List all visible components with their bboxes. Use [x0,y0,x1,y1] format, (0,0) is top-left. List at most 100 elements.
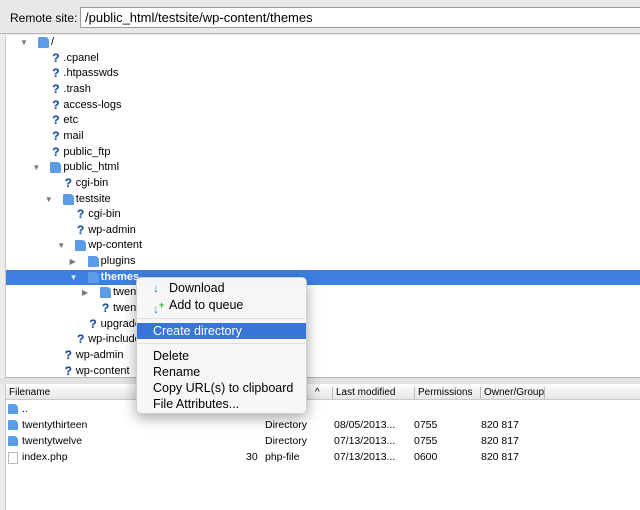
unknown-item-icon: ? [101,301,110,316]
folder-icon [38,37,49,48]
collapse-arrow-icon[interactable]: ▼ [57,238,67,253]
unknown-item-icon: ? [52,144,60,159]
tree-item[interactable]: ? etc [6,113,640,128]
tree-item[interactable]: ? wp-include [6,332,640,347]
unknown-item-icon: ? [52,66,60,81]
expand-arrow-icon[interactable]: ▶ [82,285,92,300]
collapse-arrow-icon[interactable]: ▼ [45,192,55,207]
folder-icon [87,271,99,283]
tree-item[interactable]: ? .cpanel [6,51,640,66]
add-to-queue-icon: ↓+ [153,300,165,316]
tree-item-label: upgrade [100,317,141,330]
menu-item-file-attributes[interactable]: File Attributes... [137,396,306,412]
menu-item-copy-url[interactable]: Copy URL(s) to clipboard [137,380,306,396]
menu-item-delete[interactable]: Delete [137,348,306,364]
folder-icon [62,193,74,205]
folder-icon [8,404,18,414]
menu-item-add-to-queue[interactable]: ↓+ Add to queue [137,297,306,316]
file-type: Directory [265,435,308,447]
remote-directory-tree[interactable]: ▼ /? .cpanel? .htpasswds? .trash? access-logs… [5,35,640,378]
unknown-item-icon: ? [77,207,85,222]
file-owner: 820 817 [481,451,519,463]
tree-item[interactable]: ? wp-admin [6,223,640,238]
column-filename[interactable]: Filename [6,387,50,399]
tree-item-label: cgi-bin [75,176,109,189]
file-type: Directory [265,419,308,431]
tree-item[interactable]: ▶ plugins [6,254,640,269]
tree-item[interactable]: ? .htpasswds [6,66,640,81]
tree-item[interactable]: ▼ wp-content [6,238,640,253]
folder-icon [100,287,111,299]
tree-item[interactable]: ? public_ftp [6,145,640,160]
tree-item[interactable]: ▼ public_html [6,160,640,175]
tree-item-label: themes [100,270,140,283]
unknown-item-icon: ? [52,81,60,96]
tree-item[interactable]: ▼ testsite [6,192,640,207]
tree-item-label: .trash [63,82,91,95]
tree-item[interactable]: ? cgi-bin [6,176,640,191]
tree-item[interactable]: ▼ / [6,35,640,50]
file-owner: 820 817 [481,435,519,447]
menu-item-create-directory[interactable]: Create directory [137,323,306,339]
unknown-item-icon: ? [52,97,60,112]
tree-item-label: mail [63,129,84,142]
unknown-item-icon: ? [52,50,60,65]
tree-item[interactable]: ▼ themes [6,269,640,285]
tree-item[interactable]: ? mail [6,129,640,144]
column-last-modified[interactable]: Last modified [332,387,395,399]
tree-item[interactable]: ? wp-admin [6,348,640,363]
column-owner-group[interactable]: Owner/Group [480,387,544,399]
column-permissions[interactable]: Permissions [414,387,472,399]
menu-item-rename[interactable]: Rename [137,364,306,380]
file-name: .. [22,403,28,415]
tree-item-label: .htpasswds [63,67,119,80]
menu-separator [138,343,305,344]
tree-item-label: public_ftp [63,145,111,158]
unknown-item-icon: ? [64,363,72,378]
menu-item-download[interactable]: ↓ Download [137,280,306,296]
tree-item[interactable]: ? cgi-bin [6,207,640,222]
column-divider [544,387,548,399]
context-menu: ↓ Download ↓+ Add to queue Create director… [136,277,307,414]
tree-item[interactable]: ? .trash [6,82,640,97]
file-list-header: Filename ^ Last modified Permissions Own… [6,386,640,400]
unknown-item-icon: ? [52,113,60,128]
collapse-arrow-icon[interactable]: ▼ [20,35,30,50]
file-row[interactable]: index.php 30 php-file 07/13/2013... 0600 820 … [6,449,640,465]
file-permissions: 0600 [414,451,438,463]
sort-indicator[interactable]: ^ [312,387,320,399]
file-name: twentytwelve [22,435,83,447]
file-type: php-file [265,451,300,463]
expand-arrow-icon[interactable]: ▶ [70,254,80,269]
file-permissions: 0755 [414,435,438,447]
download-icon: ↓ [153,281,159,295]
tree-item-label: public_html [63,161,120,174]
remote-site-path-input[interactable] [80,7,640,28]
unknown-item-icon: ? [77,332,85,347]
tree-item-label: wp-admin [75,349,124,361]
file-row[interactable]: twentytwelve Directory 07/13/2013... 0755 82… [6,433,640,449]
collapse-arrow-icon[interactable]: ▼ [32,160,42,175]
file-icon [8,452,18,464]
tree-item-label: wp-include [88,333,141,346]
folder-icon [8,420,18,430]
folder-icon [75,240,87,252]
file-row[interactable]: twentythirteen Directory 08/05/2013... 0755… [6,417,640,433]
file-name: twentythirteen [22,419,88,431]
file-row[interactable]: .. [6,401,640,417]
unknown-item-icon: ? [77,222,85,237]
remote-file-list[interactable]: Filename ^ Last modified Permissions Own… [5,384,640,510]
tree-item-label: cgi-bin [88,208,121,221]
tree-item[interactable]: ▶ twent [6,285,640,300]
collapse-arrow-icon[interactable]: ▼ [70,270,80,285]
file-name: index.php [22,451,68,463]
folder-icon [87,256,99,268]
tree-item-label: testsite [75,192,111,205]
tree-item[interactable]: ? upgrade [6,317,640,332]
tree-item-label: .cpanel [63,51,99,64]
tree-item-label: / [51,36,55,48]
tree-item[interactable]: ? twent [6,301,640,316]
tree-item[interactable]: ? wp-content [6,363,640,378]
tree-item[interactable]: ? access-logs [6,98,640,113]
menu-separator [138,318,305,319]
